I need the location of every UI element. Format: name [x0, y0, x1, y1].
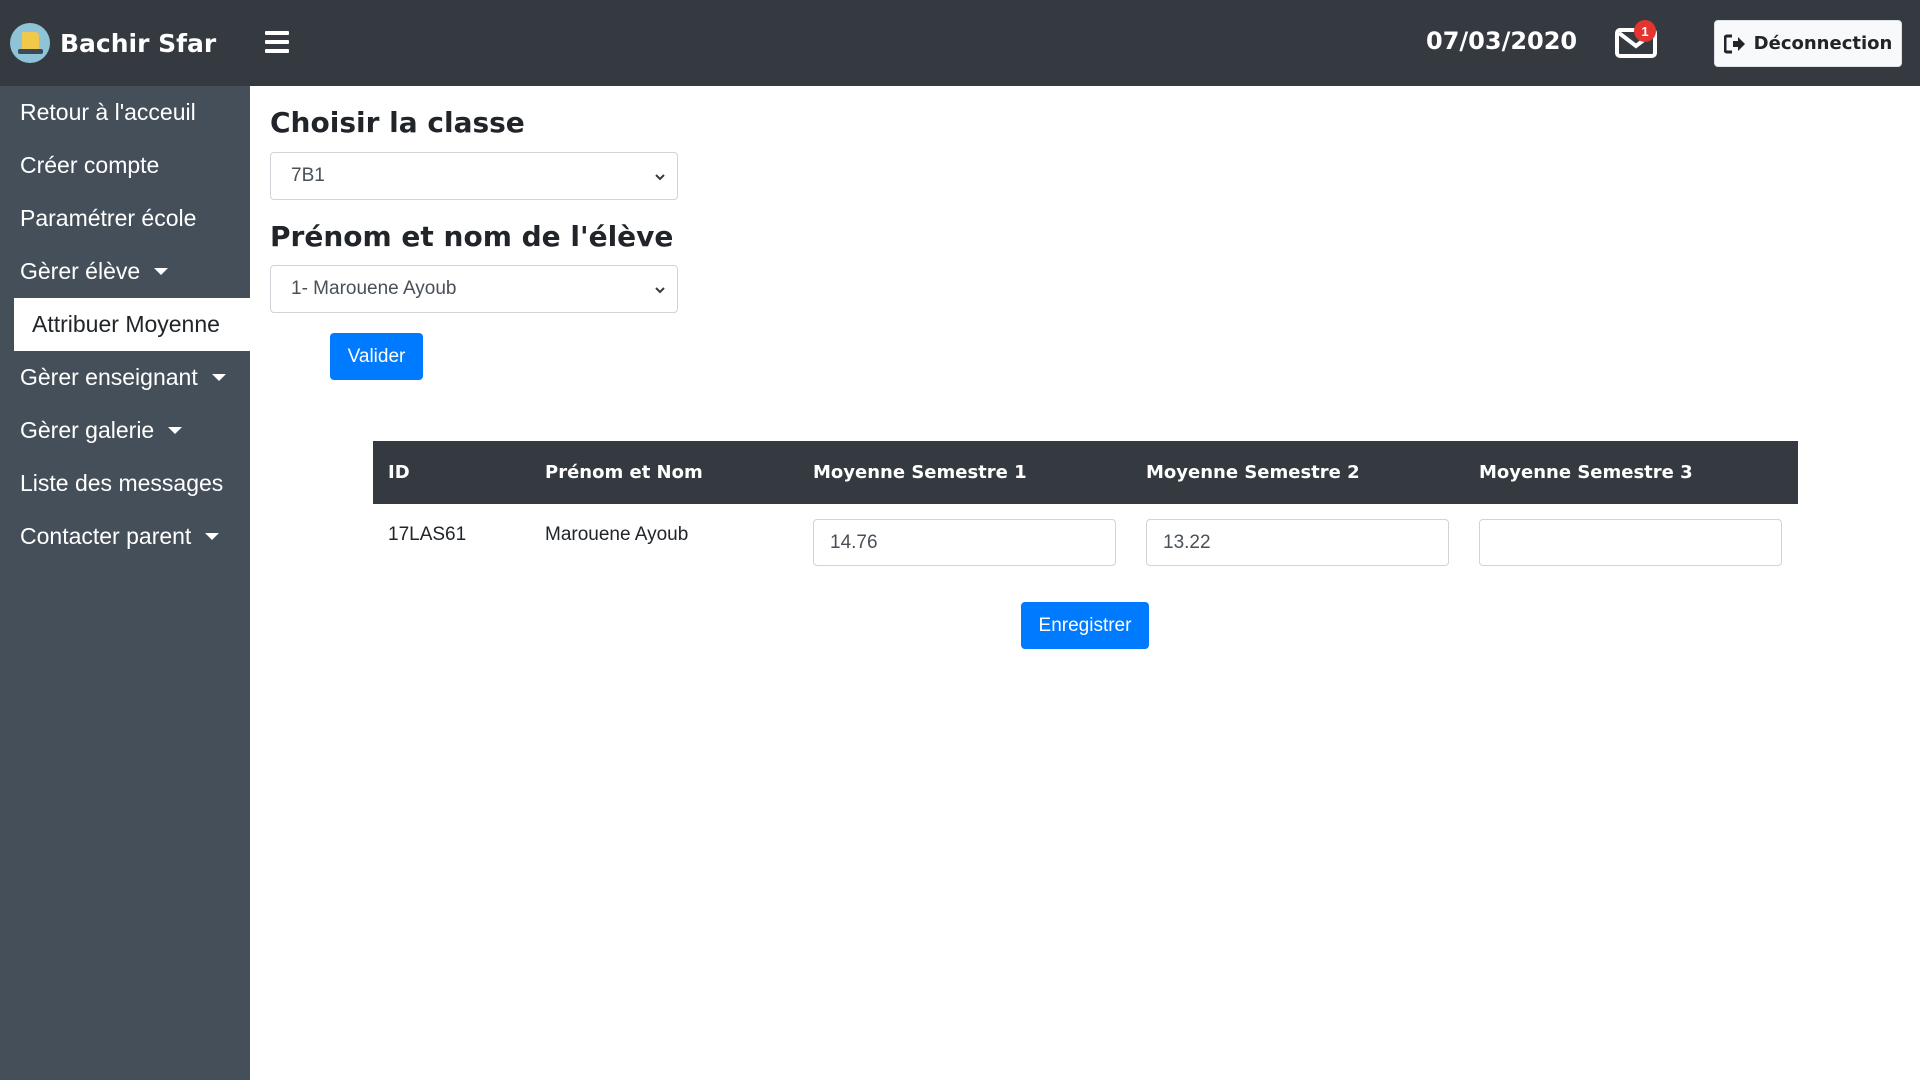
- sidebar-item-create-account[interactable]: Créer compte: [0, 139, 250, 192]
- caret-down-icon: [211, 374, 226, 381]
- sidebar-item-school-settings[interactable]: Paramétrer école: [0, 192, 250, 245]
- sidebar-item-label: Liste des messages: [20, 470, 224, 496]
- semester-2-cell: [1131, 504, 1464, 580]
- current-date: 07/03/2020: [1426, 27, 1578, 55]
- brand[interactable]: Bachir Sfar: [10, 22, 216, 64]
- sidebar: Retour à l'acceuil Créer compte Paramétr…: [0, 86, 250, 1080]
- caret-down-icon: [154, 268, 169, 275]
- column-header-name: Prénom et Nom: [530, 441, 798, 504]
- class-select[interactable]: 7B1: [270, 152, 678, 200]
- column-header-semester-3: Moyenne Semestre 3: [1464, 441, 1798, 504]
- semester-3-input[interactable]: [1479, 519, 1782, 566]
- semester-3-cell: [1464, 504, 1798, 580]
- notification-badge: 1: [1634, 20, 1656, 42]
- caret-down-icon: [205, 533, 220, 540]
- sidebar-item-label: Gèrer élève: [20, 258, 141, 284]
- save-button[interactable]: Enregistrer: [1021, 602, 1149, 649]
- class-heading: Choisir la classe: [270, 106, 525, 139]
- semester-1-input[interactable]: [813, 519, 1116, 566]
- sidebar-item-assign-average[interactable]: Attribuer Moyenne: [14, 298, 250, 351]
- student-select-value: 1- Marouene Ayoub: [291, 278, 457, 299]
- student-heading: Prénom et nom de l'élève: [270, 220, 674, 253]
- sidebar-item-manage-teachers[interactable]: Gèrer enseignant: [0, 351, 250, 404]
- logout-label: Déconnection: [1753, 33, 1893, 54]
- brand-name: Bachir Sfar: [60, 28, 217, 58]
- chevron-down-icon: [655, 174, 665, 181]
- sidebar-item-label: Paramétrer école: [20, 205, 197, 231]
- chevron-down-icon: [655, 287, 665, 294]
- sidebar-item-label: Retour à l'acceuil: [20, 99, 196, 125]
- caret-down-icon: [168, 427, 183, 434]
- logout-button[interactable]: Déconnection: [1714, 20, 1902, 67]
- sidebar-item-label: Contacter parent: [20, 523, 192, 549]
- sidebar-item-home[interactable]: Retour à l'acceuil: [0, 86, 250, 139]
- sidebar-item-label: Créer compte: [20, 152, 160, 178]
- class-select-value: 7B1: [291, 165, 325, 186]
- hamburger-icon[interactable]: [265, 31, 289, 53]
- student-name-cell: Marouene Ayoub: [545, 524, 689, 545]
- book-logo-icon: [10, 23, 50, 63]
- sidebar-item-manage-gallery[interactable]: Gèrer galerie: [0, 404, 250, 457]
- top-navbar: Bachir Sfar 07/03/2020 1 Déconnection: [0, 0, 1920, 86]
- sidebar-item-label: Gèrer galerie: [20, 417, 155, 443]
- table-header-row: ID Prénom et Nom Moyenne Semestre 1 Moye…: [373, 441, 1798, 504]
- semester-2-input[interactable]: [1146, 519, 1449, 566]
- sidebar-item-label: Gèrer enseignant: [20, 364, 198, 390]
- sidebar-item-label: Attribuer Moyenne: [32, 311, 220, 337]
- column-header-semester-2: Moyenne Semestre 2: [1131, 441, 1464, 504]
- table-row: 17LAS61 Marouene Ayoub: [373, 504, 1798, 580]
- sign-out-icon: [1723, 34, 1745, 53]
- sidebar-item-contact-parent[interactable]: Contacter parent: [0, 510, 250, 563]
- sidebar-item-manage-students[interactable]: Gèrer élève: [0, 245, 250, 298]
- student-select[interactable]: 1- Marouene Ayoub: [270, 265, 678, 313]
- grades-table: ID Prénom et Nom Moyenne Semestre 1 Moye…: [373, 441, 1798, 580]
- student-id-cell: 17LAS61: [388, 524, 467, 545]
- column-header-semester-1: Moyenne Semestre 1: [798, 441, 1131, 504]
- semester-1-cell: [798, 504, 1131, 580]
- sidebar-item-messages[interactable]: Liste des messages: [0, 457, 250, 510]
- validate-button[interactable]: Valider: [330, 333, 423, 380]
- column-header-id: ID: [373, 441, 530, 504]
